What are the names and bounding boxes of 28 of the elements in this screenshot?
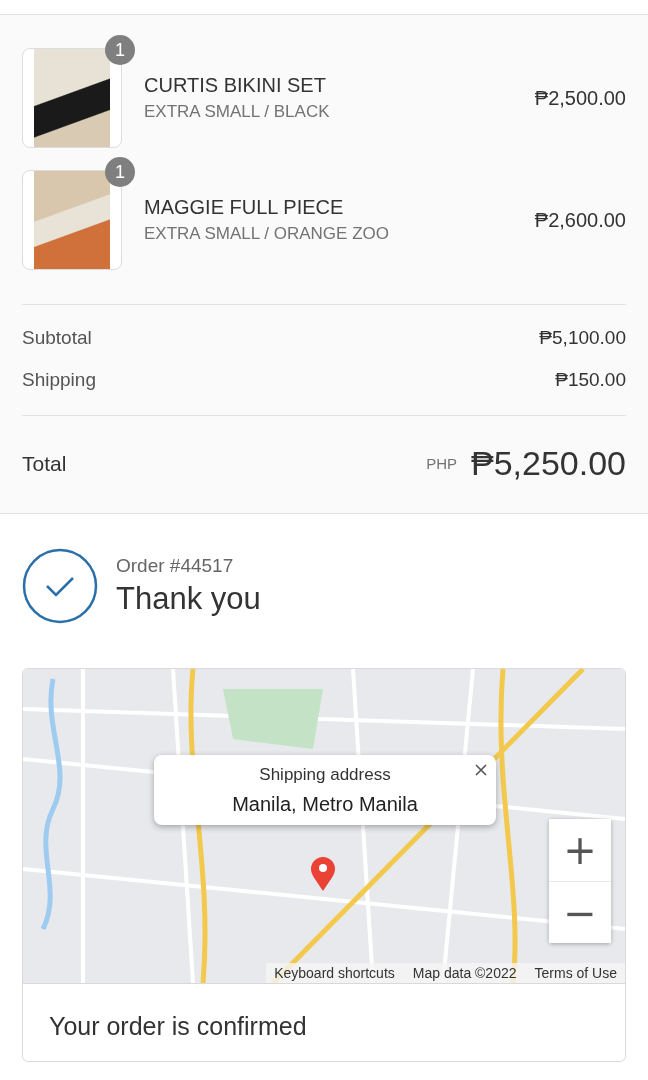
checkmark-circle-icon	[22, 548, 98, 624]
cost-label: Subtotal	[22, 327, 92, 349]
product-variant: EXTRA SMALL / BLACK	[144, 102, 331, 122]
map-pin-icon	[310, 856, 336, 892]
currency-code: PHP	[426, 455, 457, 472]
popup-title: Shipping address	[259, 764, 391, 785]
map-attribution-link[interactable]: Terms of Use	[534, 965, 617, 981]
map-attribution-link[interactable]: Map data ©2022	[412, 965, 517, 981]
product-name: MAGGIE FULL PIECE	[144, 196, 345, 219]
quantity-badge: 1	[105, 157, 135, 187]
quantity-badge: 1	[105, 35, 135, 65]
thank-you-heading: Thank you	[116, 581, 261, 617]
total-value: ₱5,250.00	[470, 444, 626, 483]
popup-address: Manila, Metro Manila	[232, 792, 418, 816]
product-price: ₱2,600.00	[534, 208, 626, 232]
order-number: Order #44517	[116, 555, 235, 577]
cost-value: ₱150.00	[555, 369, 626, 391]
product-price: ₱2,500.00	[534, 86, 626, 110]
cost-label: Shipping	[22, 369, 96, 391]
close-icon[interactable]	[474, 763, 488, 777]
product-variant: EXTRA SMALL / ORANGE ZOO	[144, 224, 390, 244]
confirmation-heading: Your order is confirmed	[23, 983, 625, 1061]
zoom-out-button[interactable]: −	[549, 881, 611, 943]
map-attribution-link[interactable]: Keyboard shortcuts	[274, 965, 395, 981]
zoom-in-button[interactable]: +	[549, 819, 611, 881]
product-name: CURTIS BIKINI SET	[144, 74, 327, 97]
total-label: Total	[22, 451, 67, 476]
cost-value: ₱5,100.00	[539, 327, 626, 349]
